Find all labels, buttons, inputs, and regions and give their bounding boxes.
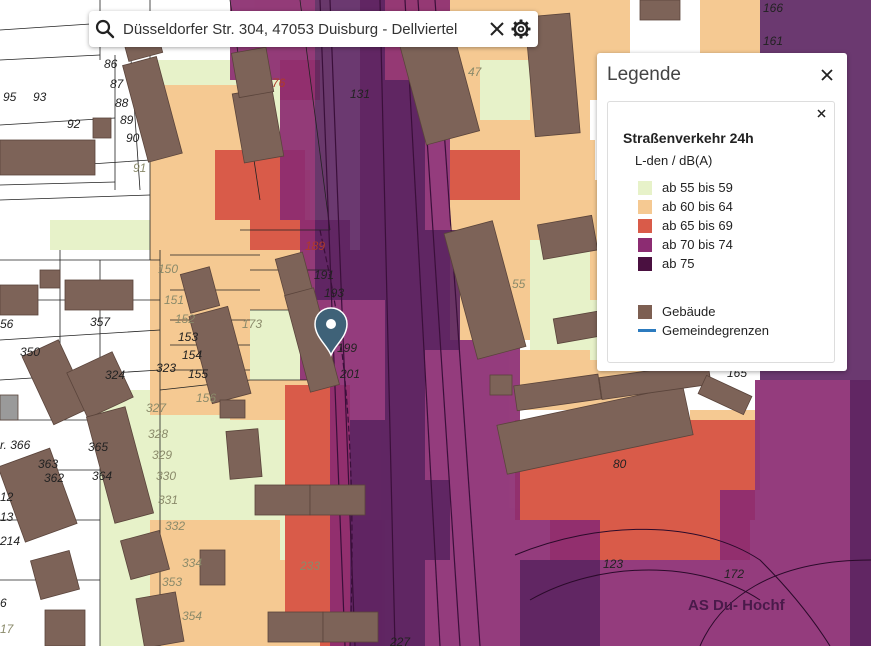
- parcel-label: 233: [299, 559, 320, 573]
- parcel-label: 17: [0, 622, 15, 636]
- parcel-label: 191: [314, 268, 334, 282]
- parcel-label: 350: [20, 345, 40, 359]
- parcel-label: 56: [0, 317, 14, 331]
- place-label: AS Du- Hochf: [688, 597, 786, 614]
- address-search-input[interactable]: [123, 20, 484, 38]
- legend-item-label: ab 70 bis 74: [662, 237, 733, 252]
- parcel-label: 76: [272, 76, 286, 90]
- parcel-label: 92: [67, 117, 81, 131]
- parcel-label: 362: [44, 471, 64, 485]
- legend-item: ab 65 bis 69: [638, 216, 733, 235]
- legend-title: Legende: [607, 64, 681, 85]
- legend-swatch: [638, 180, 652, 195]
- parcel-label: 353: [162, 575, 182, 589]
- parcel-label: 154: [182, 348, 202, 362]
- legend-item-label: Gebäude: [662, 304, 716, 319]
- parcel-label: 89: [120, 113, 134, 127]
- parcel-label: 88: [115, 96, 129, 110]
- legend-swatch: [638, 304, 652, 319]
- legend-item-label: ab 75: [662, 256, 695, 271]
- parcel-label: 131: [350, 87, 370, 101]
- parcel-label: 91: [133, 161, 146, 175]
- close-layer-icon[interactable]: [814, 106, 828, 120]
- parcel-label: 328: [148, 427, 168, 441]
- parcel-label: 199: [337, 341, 357, 355]
- legend-item: ab 55 bis 59: [638, 178, 733, 197]
- parcel-label: 364: [92, 469, 112, 483]
- legend-item-label: ab 65 bis 69: [662, 218, 733, 233]
- layer-subtitle: L-den / dB(A): [635, 153, 713, 168]
- legend-item: ab 70 bis 74: [638, 235, 733, 254]
- parcel-label: 330: [156, 469, 176, 483]
- parcel-label: 90: [126, 131, 140, 145]
- parcel-label: 156: [196, 391, 216, 405]
- parcel-label: 327: [146, 401, 167, 415]
- parcel-label: 323: [156, 361, 176, 375]
- parcel-label: r. 366: [0, 438, 31, 452]
- parcel-label: 363: [38, 457, 58, 471]
- parcel-label: 332: [165, 519, 185, 533]
- legend-swatch: [638, 256, 652, 271]
- parcel-label: 189: [305, 239, 325, 253]
- legend-item-label: ab 55 bis 59: [662, 180, 733, 195]
- legend-item: ab 75: [638, 254, 733, 273]
- legend-layer-card: Straßenverkehr 24h L-den / dB(A) ab 55 b…: [607, 101, 835, 363]
- parcel-label: 357: [90, 315, 111, 329]
- parcel-label: 13: [0, 510, 14, 524]
- address-search-bar: [89, 11, 538, 47]
- parcel-label: 47: [468, 65, 483, 79]
- parcel-label: 172: [724, 567, 744, 581]
- parcel-label: 201: [339, 367, 360, 381]
- legend-swatch: [638, 199, 652, 214]
- parcel-label: 86: [104, 57, 118, 71]
- parcel-label: 6: [0, 596, 7, 610]
- parcel-label: 155: [188, 367, 208, 381]
- search-icon[interactable]: [95, 18, 117, 40]
- parcel-label: 12: [0, 490, 14, 504]
- parcel-label: 331: [158, 493, 178, 507]
- legend-item-boundaries: Gemeindegrenzen: [638, 321, 769, 340]
- parcel-label: 152: [175, 312, 195, 326]
- legend-item: ab 60 bis 64: [638, 197, 733, 216]
- parcel-label: 329: [152, 448, 172, 462]
- parcel-label: 324: [105, 368, 125, 382]
- legend-item-buildings: Gebäude: [638, 302, 769, 321]
- legend-line-swatch: [638, 329, 656, 332]
- gear-icon[interactable]: [510, 18, 532, 40]
- other-layers-list: Gebäude Gemeindegrenzen: [638, 302, 769, 340]
- close-legend-icon[interactable]: [817, 65, 837, 85]
- parcel-label: 173: [242, 317, 262, 331]
- legend-item-label: Gemeindegrenzen: [662, 323, 769, 338]
- parcel-label: 80: [613, 457, 627, 471]
- parcel-label: 87: [110, 77, 125, 91]
- parcel-label: 150: [158, 262, 178, 276]
- legend-item-label: ab 60 bis 64: [662, 199, 733, 214]
- layer-title: Straßenverkehr 24h: [623, 130, 754, 146]
- parcel-label: 95: [3, 90, 17, 104]
- parcel-label: 193: [324, 286, 344, 300]
- parcel-label: 93: [33, 90, 47, 104]
- clear-search-icon[interactable]: [486, 18, 508, 40]
- parcel-label: 153: [178, 330, 198, 344]
- parcel-label: 123: [603, 557, 623, 571]
- parcel-label: 334: [182, 556, 202, 570]
- parcel-label: 214: [0, 534, 20, 548]
- parcel-label: 166: [763, 1, 783, 15]
- noise-class-list: ab 55 bis 59 ab 60 bis 64 ab 65 bis 69 a…: [638, 178, 733, 273]
- legend-panel: Legende Straßenverkehr 24h L-den / dB(A)…: [597, 53, 847, 371]
- parcel-label: 354: [182, 609, 202, 623]
- legend-header: Legende: [597, 53, 847, 97]
- legend-swatch: [638, 237, 652, 252]
- parcel-label: 365: [88, 440, 108, 454]
- parcel-label: 161: [763, 34, 783, 48]
- parcel-label: 227: [389, 635, 411, 646]
- parcel-label: 55: [512, 277, 526, 291]
- parcel-label: 151: [164, 293, 184, 307]
- legend-swatch: [638, 218, 652, 233]
